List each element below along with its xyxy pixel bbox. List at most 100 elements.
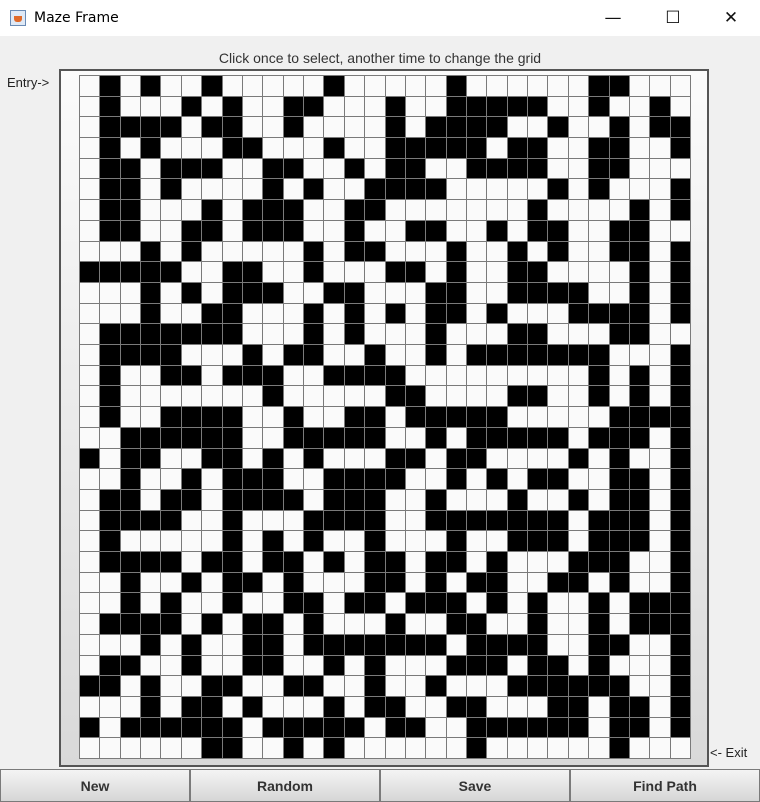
maze-cell-open[interactable]	[487, 76, 507, 96]
maze-cell-wall[interactable]	[120, 158, 141, 179]
maze-cell-open[interactable]	[426, 614, 446, 634]
maze-cell-open[interactable]	[242, 448, 263, 469]
maze-cell-open[interactable]	[670, 158, 690, 179]
maze-cell-open[interactable]	[242, 717, 263, 738]
maze-cell-wall[interactable]	[161, 489, 181, 510]
maze-cell-wall[interactable]	[344, 282, 365, 303]
maze-cell-open[interactable]	[487, 676, 507, 696]
maze-cell-wall[interactable]	[487, 510, 507, 531]
maze-cell-open[interactable]	[446, 158, 466, 179]
maze-cell-wall[interactable]	[202, 427, 222, 448]
maze-cell-open[interactable]	[181, 200, 202, 220]
maze-cell-open[interactable]	[365, 96, 385, 117]
maze-cell-open[interactable]	[344, 386, 365, 407]
maze-cell-open[interactable]	[365, 220, 385, 241]
maze-cell-wall[interactable]	[589, 345, 609, 365]
maze-cell-open[interactable]	[568, 179, 589, 200]
maze-cell-wall[interactable]	[609, 138, 629, 158]
maze-cell-open[interactable]	[161, 634, 181, 655]
maze-cell-wall[interactable]	[222, 717, 242, 738]
maze-cell-open[interactable]	[263, 138, 283, 158]
maze-cell-open[interactable]	[589, 407, 609, 427]
maze-cell-open[interactable]	[365, 738, 385, 758]
maze-cell-open[interactable]	[80, 241, 100, 262]
maze-cell-wall[interactable]	[120, 427, 141, 448]
save-button[interactable]: Save	[380, 769, 570, 802]
maze-cell-open[interactable]	[385, 241, 405, 262]
maze-cell-wall[interactable]	[405, 262, 426, 282]
maze-cell-open[interactable]	[528, 552, 548, 572]
maze-cell-wall[interactable]	[161, 158, 181, 179]
maze-cell-open[interactable]	[650, 489, 670, 510]
maze-cell-open[interactable]	[141, 365, 161, 386]
maze-cell-wall[interactable]	[141, 138, 161, 158]
maze-cell-open[interactable]	[528, 572, 548, 593]
maze-cell-open[interactable]	[405, 96, 426, 117]
maze-cell-open[interactable]	[304, 76, 324, 96]
maze-cell-wall[interactable]	[507, 158, 528, 179]
maze-cell-open[interactable]	[528, 303, 548, 324]
maze-cell-open[interactable]	[120, 76, 141, 96]
maze-cell-wall[interactable]	[181, 407, 202, 427]
maze-cell-wall[interactable]	[263, 282, 283, 303]
maze-cell-open[interactable]	[324, 96, 344, 117]
maze-cell-open[interactable]	[446, 365, 466, 386]
maze-cell-open[interactable]	[344, 117, 365, 138]
maze-cell-open[interactable]	[242, 303, 263, 324]
maze-cell-wall[interactable]	[120, 572, 141, 593]
maze-cell-open[interactable]	[507, 407, 528, 427]
maze-cell-wall[interactable]	[446, 96, 466, 117]
maze-cell-open[interactable]	[181, 593, 202, 614]
maze-cell-wall[interactable]	[670, 345, 690, 365]
random-button[interactable]: Random	[190, 769, 380, 802]
maze-cell-wall[interactable]	[80, 676, 100, 696]
maze-cell-wall[interactable]	[202, 552, 222, 572]
maze-cell-open[interactable]	[385, 76, 405, 96]
maze-cell-open[interactable]	[528, 696, 548, 717]
maze-cell-wall[interactable]	[609, 76, 629, 96]
maze-cell-open[interactable]	[609, 655, 629, 676]
maze-cell-open[interactable]	[141, 407, 161, 427]
maze-cell-wall[interactable]	[242, 614, 263, 634]
maze-cell-wall[interactable]	[629, 614, 650, 634]
maze-cell-wall[interactable]	[609, 510, 629, 531]
maze-cell-wall[interactable]	[365, 531, 385, 552]
maze-cell-wall[interactable]	[609, 489, 629, 510]
maze-cell-wall[interactable]	[385, 386, 405, 407]
maze-cell-wall[interactable]	[466, 407, 487, 427]
maze-cell-open[interactable]	[324, 531, 344, 552]
maze-cell-wall[interactable]	[263, 386, 283, 407]
maze-cell-wall[interactable]	[161, 179, 181, 200]
maze-cell-wall[interactable]	[263, 220, 283, 241]
maze-cell-open[interactable]	[609, 96, 629, 117]
maze-cell-open[interactable]	[263, 303, 283, 324]
maze-cell-wall[interactable]	[466, 345, 487, 365]
maze-cell-open[interactable]	[568, 469, 589, 489]
maze-cell-wall[interactable]	[548, 655, 568, 676]
maze-cell-open[interactable]	[426, 717, 446, 738]
maze-cell-open[interactable]	[283, 634, 304, 655]
maze-cell-wall[interactable]	[100, 489, 120, 510]
maze-cell-wall[interactable]	[405, 386, 426, 407]
maze-cell-wall[interactable]	[100, 407, 120, 427]
maze-cell-open[interactable]	[80, 76, 100, 96]
maze-cell-open[interactable]	[242, 531, 263, 552]
new-button[interactable]: New	[0, 769, 190, 802]
maze-cell-wall[interactable]	[507, 241, 528, 262]
maze-cell-wall[interactable]	[528, 593, 548, 614]
maze-cell-open[interactable]	[426, 469, 446, 489]
maze-cell-wall[interactable]	[344, 634, 365, 655]
maze-cell-open[interactable]	[283, 324, 304, 345]
maze-cell-open[interactable]	[446, 345, 466, 365]
maze-cell-wall[interactable]	[242, 469, 263, 489]
maze-cell-open[interactable]	[304, 365, 324, 386]
maze-cell-wall[interactable]	[365, 365, 385, 386]
maze-cell-wall[interactable]	[263, 158, 283, 179]
maze-cell-wall[interactable]	[181, 717, 202, 738]
maze-cell-wall[interactable]	[650, 614, 670, 634]
maze-cell-wall[interactable]	[548, 345, 568, 365]
maze-cell-open[interactable]	[650, 448, 670, 469]
maze-cell-open[interactable]	[650, 386, 670, 407]
maze-cell-open[interactable]	[650, 179, 670, 200]
maze-cell-open[interactable]	[609, 282, 629, 303]
